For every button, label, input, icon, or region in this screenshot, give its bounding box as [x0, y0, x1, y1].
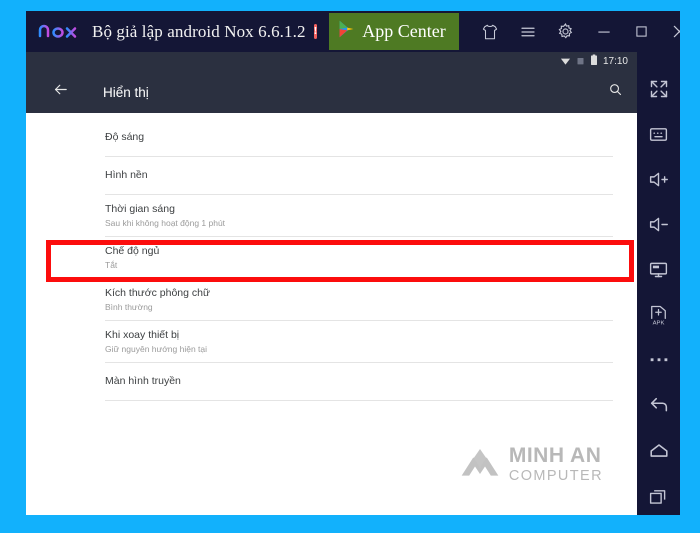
settings-row-title: Màn hình truyền — [105, 375, 181, 387]
settings-row-subtitle: Giữ nguyên hướng hiện tại — [105, 343, 208, 354]
settings-row-title: Khi xoay thiết bị — [105, 328, 180, 341]
back-icon[interactable] — [637, 387, 680, 425]
signal-icon — [576, 53, 585, 71]
home-icon[interactable] — [637, 432, 680, 470]
battery-icon — [590, 53, 598, 71]
more-icon[interactable] — [637, 342, 680, 380]
settings-row[interactable]: Độ sáng — [26, 119, 637, 156]
close-icon[interactable] — [661, 11, 680, 52]
settings-row[interactable]: Kích thước phông chữ Bình thường — [26, 279, 637, 320]
wifi-icon — [560, 53, 571, 71]
settings-row[interactable]: Chế độ ngủ Tắt — [26, 237, 637, 278]
minimize-icon[interactable] — [585, 11, 623, 52]
settings-row[interactable]: Thời gian sáng Sau khi không hoạt động 1 … — [26, 195, 637, 236]
app-action-bar: Hiển thị — [26, 71, 637, 113]
settings-row-title: Chế độ ngủ — [105, 244, 160, 257]
hamburger-icon[interactable] — [509, 11, 547, 52]
keyboard-icon[interactable] — [637, 115, 680, 153]
settings-row-title: Thời gian sáng — [105, 202, 175, 215]
install-apk-icon[interactable]: APK — [637, 296, 680, 334]
settings-row-subtitle: Sau khi không hoạt động 1 phút — [105, 217, 226, 228]
status-clock: 17:10 — [602, 56, 628, 67]
nox-sidebar: APK — [637, 52, 680, 515]
page-title: Hiển thị — [103, 84, 149, 100]
recents-icon[interactable] — [637, 477, 680, 515]
google-play-icon — [338, 20, 355, 43]
volume-up-icon[interactable] — [637, 161, 680, 199]
window-titlebar: Bộ giả lập android Nox 6.6.1.2 ! App Cen… — [26, 11, 680, 52]
tshirt-icon[interactable] — [471, 11, 509, 52]
app-center-label: App Center — [362, 21, 446, 41]
app-center-button[interactable]: App Center — [329, 13, 459, 50]
gear-icon[interactable] — [547, 11, 585, 52]
window-controls — [471, 11, 680, 52]
watermark-line1: MINH AN — [508, 443, 602, 467]
window-title: Bộ giả lập android Nox 6.6.1.2 — [92, 21, 306, 41]
settings-row[interactable]: Màn hình truyền — [26, 363, 637, 400]
nox-player-window: Bộ giả lập android Nox 6.6.1.2 ! App Cen… — [26, 11, 680, 515]
maximize-icon[interactable] — [623, 11, 661, 52]
settings-row[interactable]: Khi xoay thiết bị Giữ nguyên hướng hiện t… — [26, 321, 637, 362]
settings-row-title: Độ sáng — [105, 131, 145, 143]
settings-row-subtitle: Tắt — [105, 259, 118, 270]
settings-row-title: Hình nền — [105, 169, 148, 181]
settings-list: Độ sáng Hình nền Thời gian sáng Sau khi khô… — [26, 113, 637, 401]
android-status-bar: 17:10 — [26, 52, 637, 71]
screenshot-icon[interactable] — [637, 251, 680, 289]
android-screen: 17:10 Hiển thị Độ sáng Hình nền Thời gian … — [26, 52, 637, 515]
svg-text:APK: APK — [653, 320, 665, 326]
nox-logo — [38, 21, 82, 43]
warning-badge[interactable]: ! — [313, 24, 318, 39]
minh-an-logo-icon — [461, 448, 499, 476]
settings-row-subtitle: Bình thường — [105, 301, 153, 312]
search-icon[interactable] — [608, 82, 623, 102]
fullscreen-icon[interactable] — [637, 70, 680, 108]
volume-down-icon[interactable] — [637, 206, 680, 244]
settings-row-title: Kích thước phông chữ — [105, 286, 210, 299]
watermark: MINH AN COMPUTER — [460, 445, 603, 484]
settings-divider — [105, 400, 613, 401]
watermark-line2: COMPUTER — [508, 467, 603, 484]
watermark-text: MINH AN COMPUTER — [509, 445, 603, 484]
settings-row[interactable]: Hình nền — [26, 157, 637, 194]
back-arrow-icon[interactable] — [52, 81, 69, 103]
